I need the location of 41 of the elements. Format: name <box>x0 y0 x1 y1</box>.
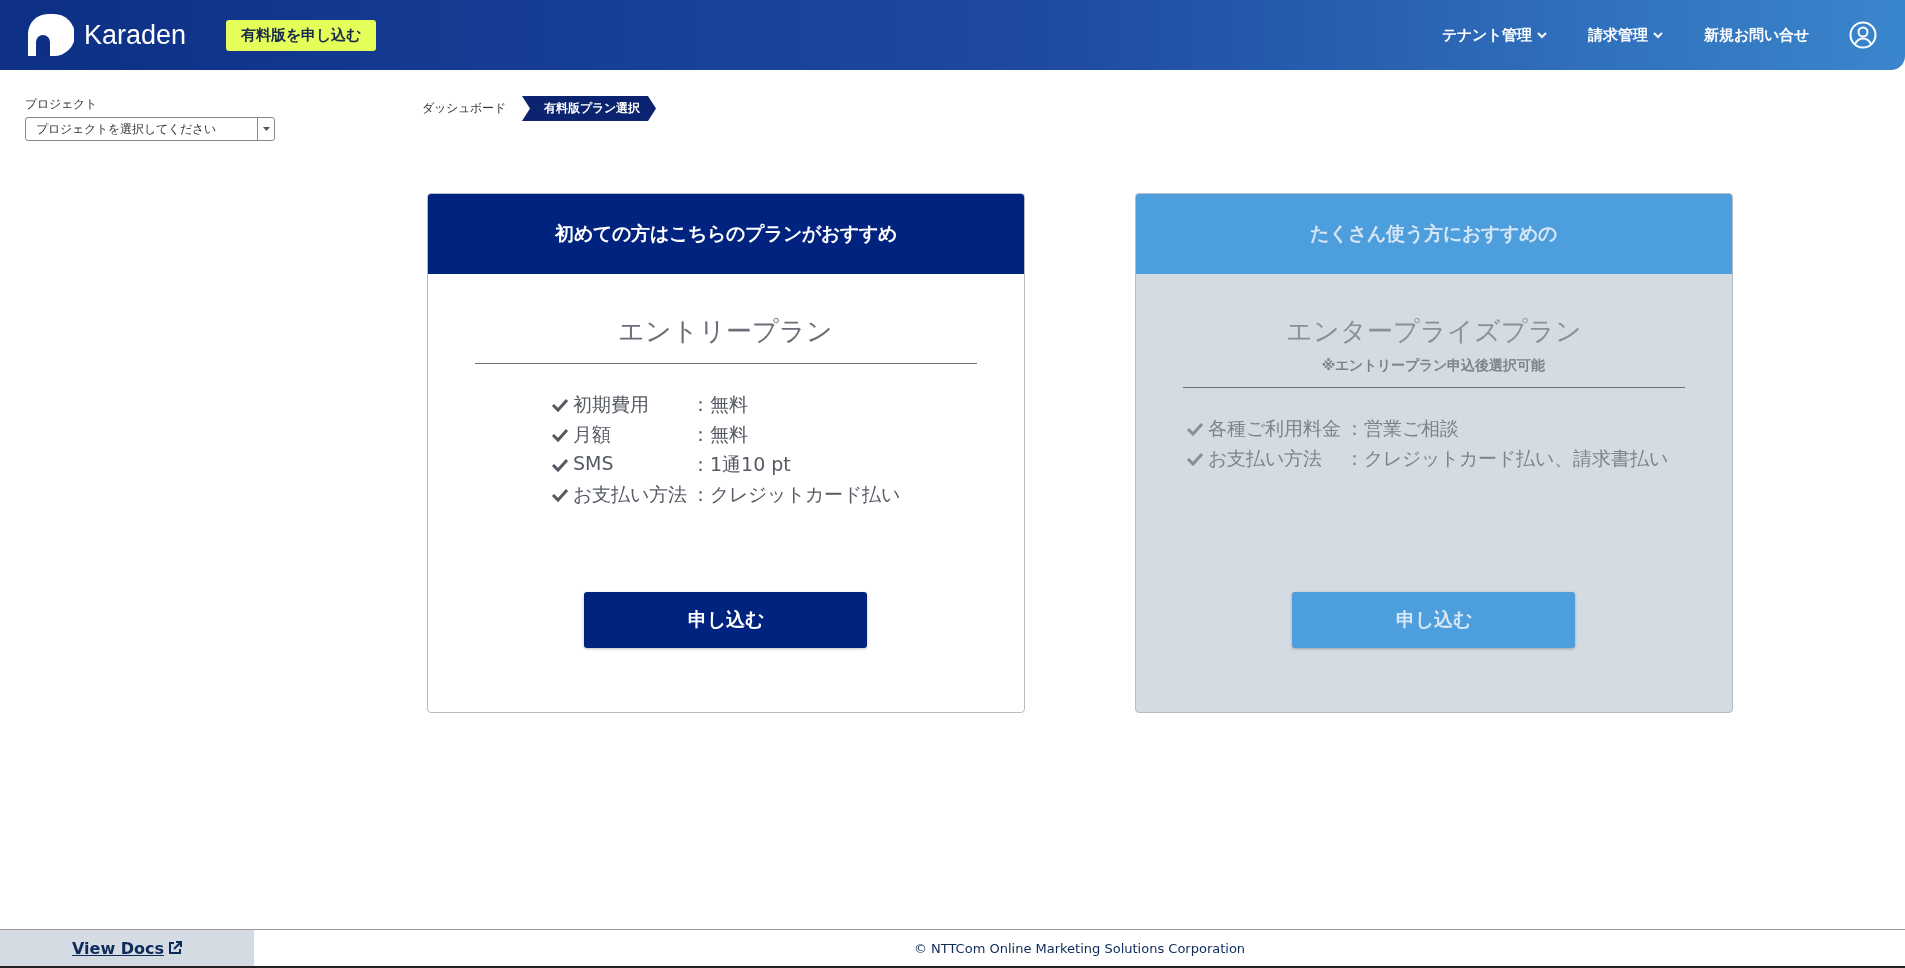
feature-label: 月額 <box>573 422 612 447</box>
breadcrumb-item[interactable]: 有料版プラン選択 <box>522 96 656 121</box>
check-icon <box>1185 421 1204 437</box>
feature-value: ：クレジットカード払い <box>691 482 900 507</box>
chevron-down-icon <box>1652 29 1664 41</box>
apply-paid-button[interactable]: 有料版を申し込む <box>226 19 377 51</box>
chevron-down-icon <box>1536 29 1548 41</box>
nav-item[interactable]: 新規お問い合せ <box>1704 25 1809 45</box>
feature-label: お支払い方法 <box>1207 446 1323 471</box>
check-icon <box>551 427 569 443</box>
plan-card-header: 初めての方はこちらのプランがおすすめ <box>427 194 1024 274</box>
plan-card-header: たくさん使う方におすすめの <box>1135 194 1732 274</box>
check-icon <box>551 487 569 503</box>
check-icon <box>551 397 569 413</box>
check-icon <box>1185 451 1204 467</box>
feature-value: ：営業ご相談 <box>1344 416 1460 441</box>
feature-value: ：無料 <box>691 392 749 417</box>
project-label: プロジェクト <box>25 96 98 113</box>
external-link-icon <box>168 941 183 955</box>
feature-label: SMS <box>573 452 615 476</box>
logo-text: Karaden <box>84 19 187 51</box>
feature-value: ：無料 <box>691 422 749 447</box>
logo-icon <box>28 14 74 56</box>
breadcrumb-item[interactable]: ダッシュボード <box>400 96 522 121</box>
copyright-text: © NTTCom Online Marketing Solutions Corporation <box>912 940 1247 956</box>
feature-value: ：クレジットカード払い、請求書払い <box>1344 446 1669 471</box>
user-icon[interactable] <box>1849 21 1877 49</box>
plan-note: ※エントリープラン申込後選択可能 <box>1321 357 1546 375</box>
caret-icon <box>262 127 270 131</box>
feature-label: 初期費用 <box>573 392 650 417</box>
nav-item[interactable]: テナント管理 <box>1442 25 1548 45</box>
project-select[interactable]: プロジェクトを選択してください <box>25 117 275 141</box>
nav-item[interactable]: 請求管理 <box>1588 25 1664 45</box>
feature-label: 各種ご利用料金 <box>1207 416 1341 441</box>
plan-name: エンタープライズプラン <box>1285 315 1582 348</box>
check-icon <box>551 457 569 473</box>
feature-label: お支払い方法 <box>573 482 687 507</box>
feature-value: ：1通10 pt <box>691 452 792 477</box>
apply-button[interactable]: 申し込む <box>584 592 867 648</box>
plan-name: エントリープラン <box>618 315 833 348</box>
view-docs-link[interactable]: View Docs <box>71 938 183 958</box>
